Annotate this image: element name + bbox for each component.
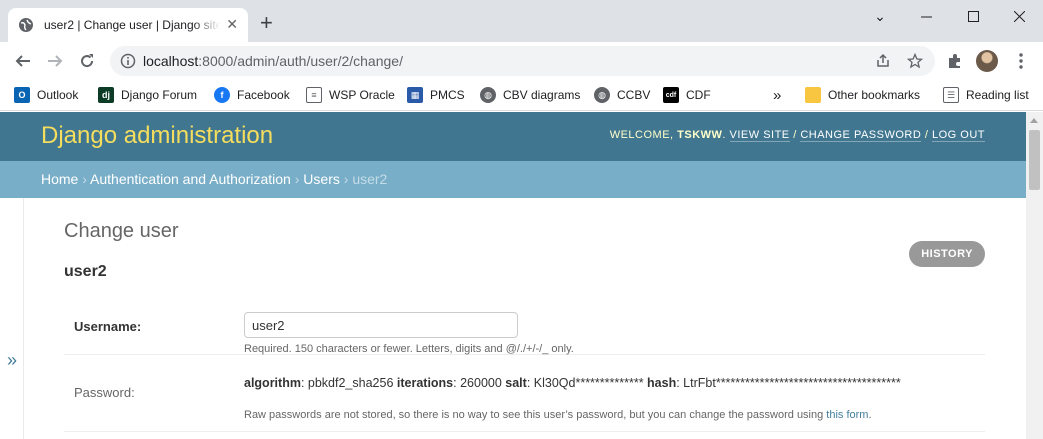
outlook-icon: O xyxy=(14,87,30,103)
admin-header: Django administration WELCOME, TSKWW. VI… xyxy=(0,112,1026,161)
log-out-link[interactable]: LOG OUT xyxy=(931,129,985,142)
bookmark-cdf[interactable]: cdf CDF xyxy=(663,85,711,105)
close-window-icon[interactable] xyxy=(996,0,1042,32)
folder-icon xyxy=(805,87,821,103)
form-row-password: Password: algorithm: pbkdf2_sha256 itera… xyxy=(64,366,985,432)
browser-toolbar: localhost:8000/admin/auth/user/2/change/ xyxy=(0,42,1043,80)
password-label: Password: xyxy=(74,385,135,400)
bookmark-star-icon[interactable] xyxy=(906,52,924,69)
view-site-link[interactable]: VIEW SITE xyxy=(729,129,790,142)
globe-icon: ◍ xyxy=(594,87,610,103)
scroll-up-icon[interactable] xyxy=(1030,118,1038,123)
maximize-icon[interactable] xyxy=(950,0,996,32)
password-help: Raw passwords are not stored, so there i… xyxy=(244,409,872,421)
pmcs-icon: ▦ xyxy=(407,87,423,103)
bookmark-other[interactable]: Other bookmarks xyxy=(805,85,920,105)
reading-list[interactable]: ☰ Reading list xyxy=(943,85,1029,105)
profile-avatar[interactable] xyxy=(976,50,998,72)
page-title: Change user xyxy=(64,220,179,242)
scrollbar-thumb[interactable] xyxy=(1029,130,1040,190)
site-branding[interactable]: Django administration xyxy=(41,122,273,150)
django-icon: dj xyxy=(98,87,114,103)
browser-titlebar: user2 | Change user | Django site admin … xyxy=(0,0,1043,42)
bookmark-cbv-diagrams[interactable]: ◍ CBV diagrams xyxy=(480,85,580,105)
url-text: localhost:8000/admin/auth/user/2/change/ xyxy=(143,53,403,69)
globe-icon: ◍ xyxy=(480,87,496,103)
menu-kebab-icon[interactable] xyxy=(1012,52,1030,70)
bookmark-facebook[interactable]: f Facebook xyxy=(214,85,290,105)
change-password-link[interactable]: CHANGE PASSWORD xyxy=(800,129,922,142)
history-button[interactable]: HISTORY xyxy=(909,241,985,267)
back-icon[interactable] xyxy=(13,51,33,71)
password-hash-summary: algorithm: pbkdf2_sha256 iterations: 260… xyxy=(244,376,901,390)
user-tools: WELCOME, TSKWW. VIEW SITE / CHANGE PASSW… xyxy=(609,129,985,142)
tab-search-icon[interactable]: ⌄ xyxy=(857,0,903,32)
share-icon[interactable] xyxy=(875,53,891,69)
breadcrumb-users[interactable]: Users xyxy=(303,171,340,187)
tab-title: user2 | Change user | Django site admin xyxy=(44,18,220,32)
reading-list-icon: ☰ xyxy=(943,87,959,103)
object-name: user2 xyxy=(64,263,107,280)
breadcrumb-auth[interactable]: Authentication and Authorization xyxy=(90,171,291,187)
minimize-icon[interactable] xyxy=(903,0,949,32)
welcome-username: TSKWW xyxy=(677,129,723,141)
nav-sidebar-toggle[interactable]: » xyxy=(0,198,24,439)
globe-icon xyxy=(18,17,34,33)
bookmark-django-forum[interactable]: dj Django Forum xyxy=(98,85,197,105)
page-icon: ≡ xyxy=(306,87,322,103)
facebook-icon: f xyxy=(214,87,230,103)
bookmark-wsp-oracle[interactable]: ≡ WSP Oracle xyxy=(306,85,395,105)
reload-icon[interactable] xyxy=(77,51,97,71)
change-password-form-link[interactable]: this form xyxy=(826,409,868,421)
bookmarks-overflow-icon[interactable]: » xyxy=(773,85,781,105)
username-input[interactable] xyxy=(244,312,518,338)
cdf-icon: cdf xyxy=(663,87,679,103)
tab-close-icon[interactable]: ✕ xyxy=(226,16,238,33)
page-scrollbar[interactable] xyxy=(1026,112,1043,439)
extensions-icon[interactable] xyxy=(946,52,964,70)
site-info-icon[interactable] xyxy=(120,53,136,69)
expand-sidebar-icon: » xyxy=(7,350,18,370)
bookmark-outlook[interactable]: O Outlook xyxy=(14,85,78,105)
breadcrumb-current: user2 xyxy=(352,171,388,187)
bookmarks-bar: O Outlook dj Django Forum f Facebook ≡ WSP O… xyxy=(0,80,1043,111)
breadcrumb: Home › Authentication and Authorization … xyxy=(0,161,1026,198)
new-tab-icon[interactable]: + xyxy=(260,12,273,34)
breadcrumb-home[interactable]: Home xyxy=(41,171,78,187)
browser-tab[interactable]: user2 | Change user | Django site admin … xyxy=(8,8,248,42)
username-help: Required. 150 characters or fewer. Lette… xyxy=(244,343,574,355)
address-bar[interactable]: localhost:8000/admin/auth/user/2/change/ xyxy=(110,46,935,76)
forward-icon[interactable] xyxy=(45,51,65,71)
bookmark-ccbv[interactable]: ◍ CCBV xyxy=(594,85,650,105)
page-viewport: Django administration WELCOME, TSKWW. VI… xyxy=(0,112,1026,439)
bookmark-pmcs[interactable]: ▦ PMCS xyxy=(407,85,465,105)
username-label: Username: xyxy=(74,319,142,334)
